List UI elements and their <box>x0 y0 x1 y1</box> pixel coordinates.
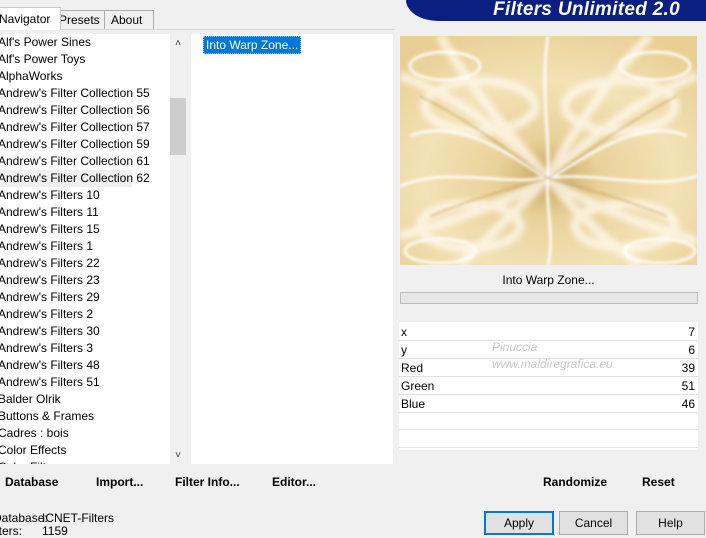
filters-count-label: Filters: <box>0 524 22 538</box>
scroll-thumb[interactable] <box>170 98 186 155</box>
scroll-down-icon[interactable]: ˅ <box>170 448 186 464</box>
progress-bar <box>400 292 698 304</box>
cancel-button[interactable]: Cancel <box>559 511 628 535</box>
category-scrollbar[interactable]: ˄ ˅ <box>170 34 186 464</box>
help-button[interactable]: Help <box>636 511 705 535</box>
parameter-value: 39 <box>681 361 695 375</box>
right-toolbar: Randomize Reset <box>399 466 698 494</box>
category-item[interactable]: Andrew's Filter Collection 62 <box>0 170 150 187</box>
preview-image <box>400 36 697 265</box>
empty-parameter-row <box>399 429 698 430</box>
category-item[interactable]: Buttons & Frames <box>0 408 170 425</box>
category-item[interactable]: Alf's Power Toys <box>0 51 170 68</box>
filter-item-selected[interactable]: Into Warp Zone... <box>203 36 302 54</box>
category-list[interactable]: Alf's Power Sines Alf's Power Toys AlphaWo… <box>0 34 170 464</box>
category-item[interactable]: Color Effects <box>0 442 170 459</box>
import-button[interactable]: Import... <box>96 475 143 489</box>
scroll-up-icon[interactable]: ˄ <box>170 36 186 52</box>
category-item[interactable]: Andrew's Filters 11 <box>0 204 170 221</box>
selected-filter-name: Into Warp Zone... <box>399 268 698 292</box>
category-item[interactable]: Andrew's Filters 30 <box>0 323 170 340</box>
parameter-row[interactable]: x7 <box>399 323 698 341</box>
category-item[interactable]: Andrew's Filter Collection 61 <box>0 153 170 170</box>
category-item[interactable]: Andrew's Filters 23 <box>0 272 170 289</box>
category-item[interactable]: Andrew's Filters 51 <box>0 374 170 391</box>
database-value: ICNET-Filters <box>42 511 114 525</box>
parameter-row[interactable]: Blue 46 <box>399 395 698 413</box>
category-item[interactable]: Andrew's Filters 29 <box>0 289 170 306</box>
category-item[interactable]: AlphaWorks <box>0 68 170 85</box>
parameter-row[interactable]: Green 51 <box>399 377 698 395</box>
parameter-label: y <box>401 343 407 357</box>
editor-button[interactable]: Editor... <box>272 475 316 489</box>
category-item[interactable]: Andrew's Filters 22 <box>0 255 170 272</box>
category-item[interactable]: Andrew's Filter Collection 59 <box>0 136 170 153</box>
row-divider <box>399 412 698 413</box>
apply-button[interactable]: Apply <box>484 511 554 535</box>
category-item[interactable]: Alf's Power Sines <box>0 34 170 51</box>
randomize-button[interactable]: Randomize <box>543 475 607 489</box>
parameter-value: 7 <box>688 325 695 339</box>
warp-zone-preview-graphic <box>400 36 697 265</box>
category-item[interactable]: Andrew's Filter Collection 55 <box>0 85 170 102</box>
category-item[interactable]: Andrew's Filters 2 <box>0 306 170 323</box>
category-item[interactable]: Balder Olrik <box>0 391 170 408</box>
watermark: Pinuccia www.maldiregrafica.eu <box>450 340 613 371</box>
database-button[interactable]: Database <box>5 475 58 489</box>
parameter-label: Green <box>401 379 435 393</box>
empty-parameter-row <box>399 447 698 448</box>
title-banner: Filters Unlimited 2.0 <box>406 0 706 21</box>
parameter-value: 51 <box>681 379 695 393</box>
filter-list[interactable]: Into Warp Zone... <box>191 34 393 464</box>
reset-button[interactable]: Reset <box>642 475 675 489</box>
category-item[interactable]: Andrew's Filters 1 <box>0 238 170 255</box>
category-item[interactable]: Color Filters <box>0 459 170 464</box>
category-item[interactable]: Andrew's Filter Collection 57 <box>0 119 170 136</box>
parameter-label: x <box>401 325 407 339</box>
category-item[interactable]: Andrew's Filters 3 <box>0 340 170 357</box>
parameter-label: Blue <box>401 397 426 411</box>
category-item[interactable]: Andrew's Filters 48 <box>0 357 170 374</box>
tab-navigator[interactable]: Navigator <box>0 7 61 30</box>
parameter-value: 46 <box>681 397 695 411</box>
category-item[interactable]: Andrew's Filters 15 <box>0 221 170 238</box>
database-label: Database: <box>0 511 48 525</box>
filters-count-value: 1159 <box>42 524 68 538</box>
banner-title: Filters Unlimited 2.0 <box>493 0 680 20</box>
watermark-line-1: Pinuccia <box>492 340 538 354</box>
left-toolbar: Database Import... Filter Info... Editor… <box>0 466 395 494</box>
parameter-label: Red <box>401 361 424 375</box>
tab-about[interactable]: About <box>104 10 154 30</box>
category-item[interactable]: Cadres : bois <box>0 425 170 442</box>
filter-info-button[interactable]: Filter Info... <box>175 475 240 489</box>
watermark-line-2: www.maldiregrafica.eu <box>492 357 613 371</box>
category-item[interactable]: Andrew's Filters 10 <box>0 187 170 204</box>
category-item[interactable]: Andrew's Filter Collection 56 <box>0 102 170 119</box>
parameter-value: 6 <box>688 343 695 357</box>
